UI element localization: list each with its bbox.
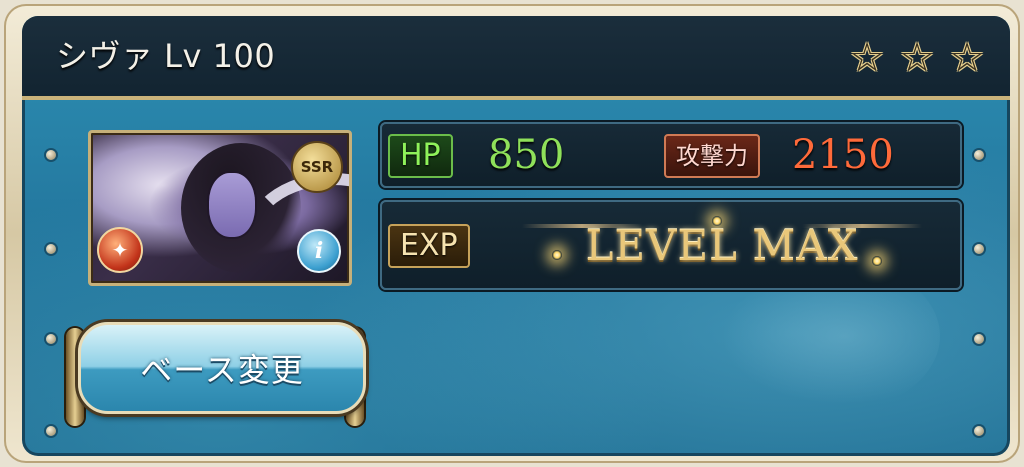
rivet-decoration: [46, 334, 56, 344]
hp-value: 850: [488, 132, 565, 178]
level-max-text: LEVEL MAX: [585, 220, 859, 270]
character-panel: シヴァ Lv 100 ☆ ☆ ☆ SSR ✦ i HP 850 攻撃力 2150…: [22, 16, 1010, 456]
base-change-label: ベース変更: [140, 351, 304, 389]
attack-value: 2150: [792, 132, 894, 178]
hp-label: HP: [388, 134, 453, 178]
info-icon[interactable]: i: [297, 229, 341, 273]
fire-element-icon: ✦: [97, 227, 143, 273]
rivet-decoration: [46, 244, 56, 254]
rivet-decoration: [46, 426, 56, 436]
ssr-rarity-badge: SSR: [291, 141, 343, 193]
attack-label: 攻撃力: [664, 134, 760, 178]
card-frame: シヴァ Lv 100 ☆ ☆ ☆ SSR ✦ i HP 850 攻撃力 2150…: [4, 4, 1020, 463]
rivet-decoration: [46, 150, 56, 160]
stats-bar: HP 850 攻撃力 2150: [380, 122, 962, 188]
rivet-decoration: [974, 244, 984, 254]
character-name-level: シヴァ Lv 100: [56, 37, 276, 75]
base-change-button[interactable]: ベース変更: [78, 322, 366, 414]
panel-header: シヴァ Lv 100 ☆ ☆ ☆: [22, 16, 1010, 100]
rivet-decoration: [974, 150, 984, 160]
star-icon: ☆: [849, 35, 885, 81]
sparkle-icon: [552, 250, 562, 260]
star-icon: ☆: [949, 35, 985, 81]
exp-label: EXP: [388, 224, 470, 268]
rivet-decoration: [974, 334, 984, 344]
exp-bar: EXP LEVEL MAX: [380, 200, 962, 290]
rank-stars: ☆ ☆ ☆: [846, 38, 988, 78]
character-portrait[interactable]: SSR ✦ i: [88, 130, 352, 286]
sparkle-icon: [872, 256, 882, 266]
level-max-banner: LEVEL MAX: [522, 210, 922, 280]
star-icon: ☆: [899, 35, 935, 81]
rivet-decoration: [974, 426, 984, 436]
